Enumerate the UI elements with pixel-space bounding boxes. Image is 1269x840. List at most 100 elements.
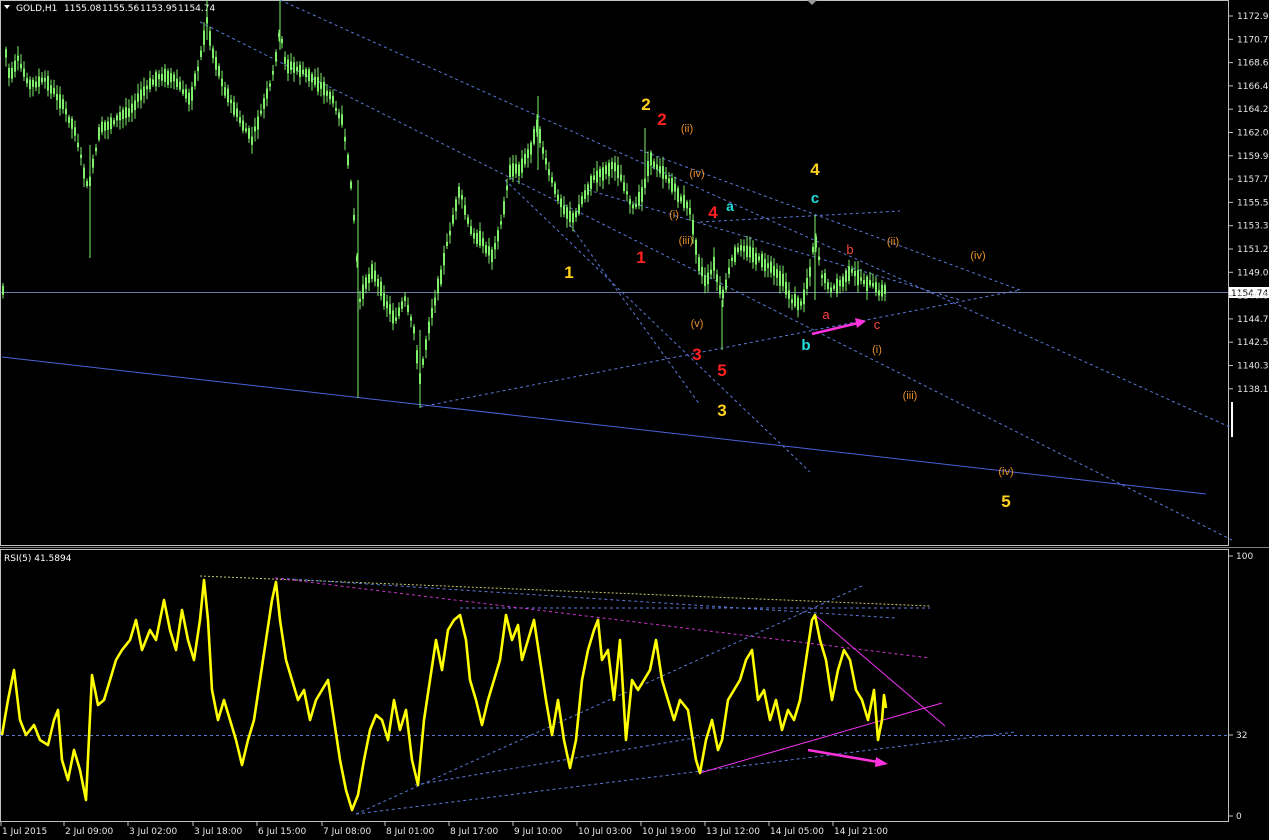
candle-body [44,77,46,82]
price-axis[interactable]: 1172.95 1170.75 1168.60 1166.40 1164.25 1162.… [1228,12,1269,395]
candle-body [377,279,379,287]
candle-body [884,285,886,294]
price-trendlines[interactable] [0,0,1233,541]
time-tick-label: 9 Jul 10:00 [514,827,563,837]
candle-body [797,297,799,311]
candle-body [605,165,607,175]
candle-body [878,290,880,296]
candle-body [545,158,547,165]
rsi-header: RSI(5) 41.5894 [4,554,72,564]
time-tick-label: 10 Jul 03:00 [578,827,632,837]
candle-body [470,226,472,234]
candle-body [422,358,424,365]
candlestick-series[interactable] [2,0,886,408]
candle-body [431,308,433,318]
candle-body [119,112,121,121]
candle-body [476,233,478,244]
candle-body [251,136,253,145]
wave-label: (v) [691,318,704,330]
candle-body [539,128,541,144]
rsi-olive-line[interactable] [199,575,931,607]
candle-body [410,316,412,321]
wave-label: (iii) [679,235,694,247]
candle-body [782,273,784,287]
triangle-lower-line[interactable] [419,289,1021,408]
candle-body [695,239,697,255]
candle-body [368,274,370,284]
candle-body [416,350,418,364]
candle-body [134,100,136,111]
candle-body [530,142,532,155]
candle-body [203,30,205,45]
price-tick-label: 1162.05 [1237,129,1269,139]
scroll-marker-icon[interactable] [807,0,817,5]
candle-body [374,270,376,282]
candle-body [839,280,841,287]
candle-body [767,263,769,268]
rsi-lower-dash[interactable] [355,731,1016,815]
time-tick-label: 2 Jul 09:00 [65,827,114,837]
candle-body [464,205,466,215]
candle-body [275,52,277,62]
candle-body [584,190,586,199]
candle-body [494,243,496,250]
chart-menu-icon[interactable] [4,5,10,9]
wave-label: a [726,198,734,214]
rsi-triangle-upper[interactable] [814,614,946,727]
candle-body [485,245,487,254]
rsi-diagonal-dash[interactable] [355,585,863,815]
candle-body [497,230,499,242]
price-tick-label: 1151.20 [1237,245,1269,255]
rsi-triangle-lower[interactable] [699,702,943,774]
price-tick-label: 1149.05 [1237,268,1269,278]
candle-body [53,87,55,95]
chart-canvas[interactable]: GOLD,H1 1155.08 1155.56 1153.95 1154.74 … [0,0,1269,840]
candle-body [389,304,391,315]
candle-body [209,31,211,46]
candle-body [689,208,691,215]
candle-body [254,126,256,132]
price-tick-label: 1170.75 [1237,35,1269,45]
candle-body [602,167,604,181]
candle-body [728,267,730,274]
candle-body [845,270,847,283]
lower-support-line[interactable] [1,356,1207,495]
candle-body [440,269,442,285]
wave-label: 1 [636,248,645,267]
candle-body [113,120,115,125]
rsi-line[interactable] [0,578,888,812]
candle-body [785,281,787,295]
candle-body [86,181,88,187]
rsi-lower-dash-2[interactable] [414,736,701,786]
candle-body [308,69,310,82]
wave-label: b [801,337,810,354]
candle-body [800,301,802,306]
candle-body [371,264,373,279]
candle-body [707,272,709,285]
candle-body [674,183,676,192]
wave-label: 5 [717,361,726,380]
rsi-magenta-dash[interactable] [274,577,931,659]
candle-body [68,116,70,123]
candle-body [758,256,760,261]
candle-body [5,49,7,58]
candle-body [257,116,259,130]
candle-body [854,270,856,277]
candle-body [443,252,445,266]
time-tick-label: 1 Jul 2015 [2,827,47,837]
rsi-axis[interactable]: 100 32 0 [1228,552,1253,822]
rsi-upper-dash-1[interactable] [274,577,896,619]
candle-body [806,277,808,289]
wave3-line[interactable] [504,179,811,473]
wave1-line[interactable] [569,224,701,406]
candle-body [599,168,601,178]
candle-body [74,127,76,136]
candle-body [734,247,736,262]
time-axis[interactable]: 1 Jul 2015 2 Jul 09:00 3 Jul 02:00 3 Jul 18… [0,822,888,837]
candle-body [626,191,628,195]
candle-body [542,147,544,154]
candle-body [548,169,550,176]
candle-body [773,265,775,276]
candle-body [233,102,235,115]
candle-body [461,195,463,200]
